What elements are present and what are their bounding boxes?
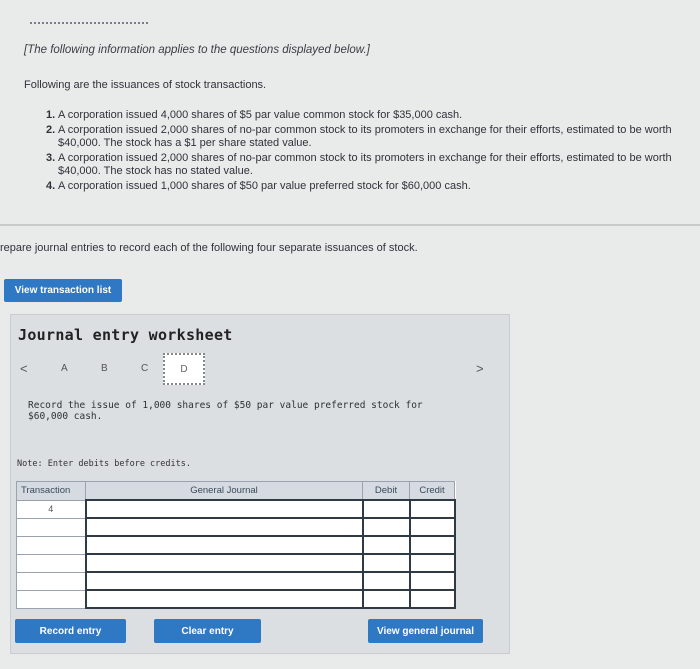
header-transaction: Transaction [16, 481, 86, 501]
item-text: A corporation issued 4,000 shares of $5 … [58, 109, 463, 121]
tab-c[interactable]: C [141, 363, 148, 374]
general-journal-input[interactable] [84, 553, 364, 573]
credit-input[interactable] [408, 553, 456, 573]
intro-note: [The following information applies to th… [24, 44, 370, 56]
truncated-heading [30, 22, 148, 30]
list-item: 3. A corporation issued 2,000 shares of … [46, 152, 686, 178]
item-number: 4. [46, 180, 56, 192]
item-number: 3. [46, 152, 56, 164]
transaction-cell [16, 553, 86, 573]
tab-b[interactable]: B [101, 363, 108, 374]
debit-input[interactable] [361, 499, 411, 519]
general-journal-input[interactable] [84, 499, 364, 519]
worksheet-title: Journal entry worksheet [18, 326, 233, 344]
item-number: 2. [46, 124, 56, 136]
general-journal-input[interactable] [84, 535, 364, 555]
section-divider [0, 224, 700, 226]
view-transaction-list-button[interactable]: View transaction list [4, 279, 122, 302]
header-credit: Credit [409, 481, 455, 501]
transaction-list: 1. A corporation issued 4,000 shares of … [46, 109, 686, 193]
view-general-journal-button[interactable]: View general journal [368, 619, 483, 643]
item-text: A corporation issued 1,000 shares of $50… [58, 180, 471, 192]
clear-entry-button[interactable]: Clear entry [154, 619, 261, 643]
credit-input[interactable] [408, 499, 456, 519]
list-item: 1. A corporation issued 4,000 shares of … [46, 109, 686, 122]
table-row: 4 [16, 499, 456, 519]
tab-a[interactable]: A [61, 363, 68, 374]
credit-input[interactable] [408, 571, 456, 591]
general-journal-input[interactable] [84, 589, 364, 609]
table-row [16, 535, 456, 555]
table-row [16, 571, 456, 591]
credit-input[interactable] [408, 535, 456, 555]
table-row [16, 553, 456, 573]
transaction-cell [16, 571, 86, 591]
general-journal-input[interactable] [84, 517, 364, 537]
header-debit: Debit [362, 481, 410, 501]
item-text: A corporation issued 2,000 shares of no-… [58, 152, 672, 177]
worksheet-instruction: Record the issue of 1,000 shares of $50 … [28, 400, 423, 422]
transaction-cell [16, 535, 86, 555]
debit-input[interactable] [361, 571, 411, 591]
debit-input[interactable] [361, 535, 411, 555]
journal-table: Transaction General Journal Debit Credit… [16, 481, 456, 609]
list-item: 4. A corporation issued 1,000 shares of … [46, 180, 686, 193]
transaction-cell: 4 [16, 499, 86, 519]
table-row [16, 517, 456, 537]
tab-d[interactable]: D [163, 353, 205, 385]
header-general-journal: General Journal [85, 481, 363, 501]
general-journal-input[interactable] [84, 571, 364, 591]
next-arrow-icon[interactable]: > [476, 361, 484, 376]
table-row [16, 589, 456, 609]
tab-d-label: D [180, 363, 188, 375]
record-entry-button[interactable]: Record entry [15, 619, 126, 643]
prompt-text: repare journal entries to record each of… [0, 242, 418, 254]
debit-input[interactable] [361, 553, 411, 573]
transaction-cell [16, 589, 86, 609]
item-text: A corporation issued 2,000 shares of no-… [58, 124, 672, 149]
transaction-cell [16, 517, 86, 537]
item-number: 1. [46, 109, 56, 121]
list-item: 2. A corporation issued 2,000 shares of … [46, 124, 686, 150]
debits-note: Note: Enter debits before credits. [17, 459, 191, 469]
debit-input[interactable] [361, 517, 411, 537]
lead-text: Following are the issuances of stock tra… [24, 79, 267, 91]
credit-input[interactable] [408, 589, 456, 609]
credit-input[interactable] [408, 517, 456, 537]
prev-arrow-icon[interactable]: < [20, 361, 28, 376]
debit-input[interactable] [361, 589, 411, 609]
